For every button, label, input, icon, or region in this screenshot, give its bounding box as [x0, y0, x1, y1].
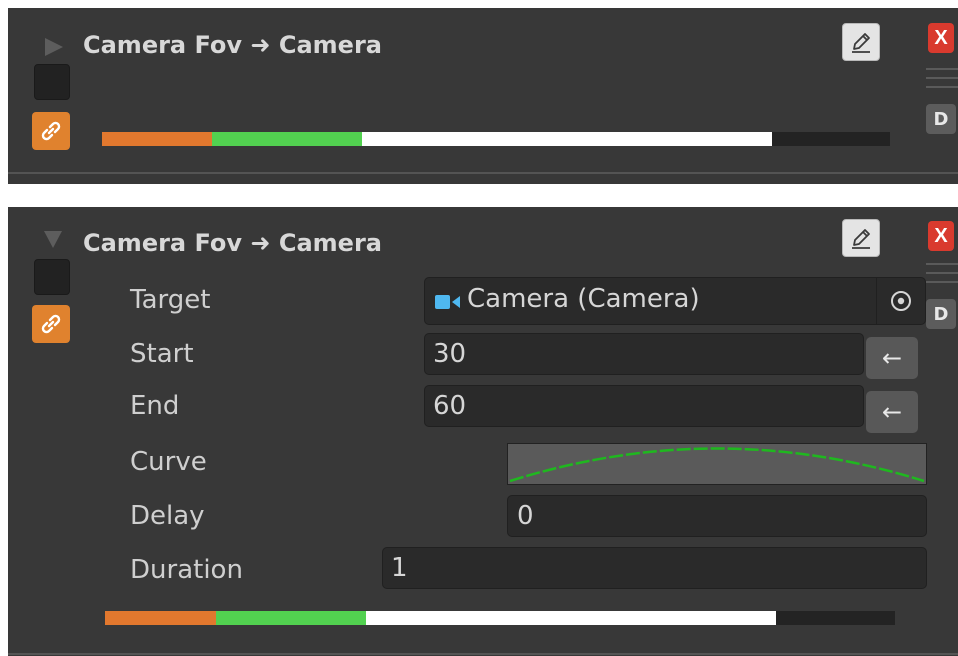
progress-delay-segment: [102, 132, 213, 146]
link-button[interactable]: [32, 112, 70, 150]
d-button[interactable]: D: [926, 104, 956, 134]
start-field[interactable]: 30: [424, 333, 864, 375]
progress-start-segment: [215, 611, 366, 625]
progress-start-segment: [212, 132, 363, 146]
end-field[interactable]: 60: [424, 385, 864, 427]
progress-main-segment: [362, 132, 772, 146]
set-end-from-current-button[interactable]: ←: [866, 391, 918, 433]
chain-link-icon: [41, 121, 61, 141]
target-picker-icon: [891, 291, 911, 311]
delay-label: Delay: [130, 501, 205, 531]
tween-panel-collapsed: Camera Fov ➜ Camera X D: [8, 8, 958, 184]
enable-toggle[interactable]: [34, 64, 70, 100]
duration-field[interactable]: 1: [382, 547, 927, 589]
curve-preview: [509, 447, 925, 483]
drag-handle-icon[interactable]: [926, 263, 958, 289]
panel-divider: [8, 172, 958, 174]
chain-link-icon: [41, 314, 61, 334]
panel-title: Camera Fov ➜ Camera: [83, 31, 382, 59]
drag-handle-icon[interactable]: [926, 68, 958, 94]
close-button[interactable]: X: [928, 221, 954, 251]
edit-button[interactable]: [842, 219, 880, 257]
target-object-field[interactable]: Camera (Camera): [424, 277, 926, 325]
delay-field[interactable]: 0: [507, 495, 927, 537]
timeline-progress-bar: [102, 132, 890, 146]
panel-divider: [8, 653, 958, 655]
pencil-icon: [852, 229, 870, 249]
edit-button[interactable]: [842, 23, 880, 61]
progress-delay-segment: [105, 611, 216, 625]
curve-field[interactable]: [507, 443, 927, 485]
start-label: Start: [130, 339, 194, 369]
link-button[interactable]: [32, 305, 70, 343]
progress-main-segment: [365, 611, 777, 625]
timeline-progress-bar: [105, 611, 895, 625]
end-label: End: [130, 391, 180, 421]
foldout-collapsed-icon[interactable]: [45, 38, 63, 56]
target-label: Target: [130, 285, 211, 315]
panel-title: Camera Fov ➜ Camera: [83, 229, 382, 257]
duration-label: Duration: [130, 555, 243, 585]
camera-icon: [435, 295, 460, 309]
object-picker-button[interactable]: [876, 278, 925, 324]
target-value: Camera (Camera): [467, 284, 700, 314]
pencil-icon: [852, 33, 870, 53]
tween-panel-expanded: Camera Fov ➜ Camera X D Target Camera (C…: [8, 207, 958, 656]
foldout-expanded-icon[interactable]: [44, 231, 62, 248]
enable-toggle[interactable]: [34, 259, 70, 295]
set-start-from-current-button[interactable]: ←: [866, 337, 918, 379]
close-button[interactable]: X: [928, 23, 954, 53]
curve-label: Curve: [130, 447, 207, 477]
d-button[interactable]: D: [926, 299, 956, 329]
